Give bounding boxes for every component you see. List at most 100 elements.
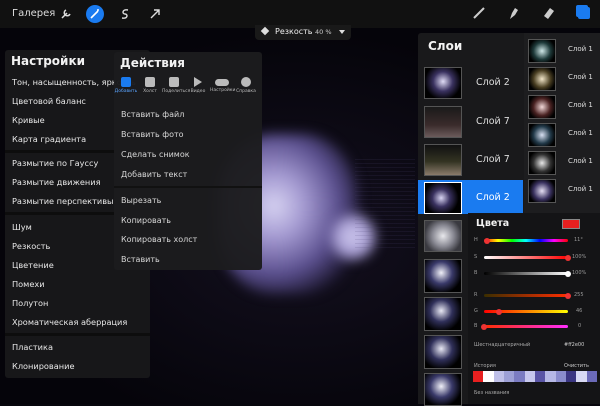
gallery-button[interactable]: Галерея (12, 8, 55, 19)
slider-label-b2: B (474, 323, 478, 329)
menu-item-glitch[interactable]: Помехи (12, 279, 45, 289)
layer-row[interactable]: Слой 2 (418, 66, 524, 100)
layer-thumbnail[interactable] (424, 335, 462, 369)
layer-thumbnail (528, 151, 556, 175)
action-insert-file[interactable]: Вставить файл (121, 110, 184, 119)
brush-icon[interactable] (470, 4, 488, 22)
action-insert-photo[interactable]: Вставить фото (121, 130, 184, 139)
saturation-slider[interactable] (484, 254, 571, 261)
menu-item-halftone[interactable]: Полутон (12, 298, 48, 308)
history-swatch[interactable] (483, 371, 494, 382)
tab-video[interactable]: Видео (186, 77, 210, 94)
color-history (473, 371, 597, 382)
clear-history-button[interactable]: Очистить (564, 363, 589, 369)
slider-label-r: R (474, 292, 478, 298)
smudge-icon[interactable] (505, 4, 523, 22)
side-layer-row[interactable]: Слой 1 (524, 177, 600, 207)
adjust-pill-label: Резкость (275, 27, 313, 36)
arrow-move-icon[interactable] (146, 5, 164, 23)
tab-video-label: Видео (190, 89, 206, 94)
green-slider[interactable] (484, 308, 568, 315)
layer-thumbnail[interactable] (424, 220, 462, 252)
menu-item-sharpen[interactable]: Резкость (12, 241, 50, 251)
menu-item-gaussian-blur[interactable]: Размытие по Гауссу (12, 158, 98, 168)
history-swatch[interactable] (586, 371, 597, 382)
layer-thumbnail (528, 95, 556, 119)
history-swatch[interactable] (576, 371, 587, 382)
current-color-swatch[interactable] (562, 219, 580, 229)
tab-help[interactable]: Справка (234, 77, 258, 94)
layer-thumbnail[interactable] (424, 373, 462, 406)
menu-item-bloom[interactable]: Цветение (12, 260, 54, 270)
selection-s-icon[interactable] (116, 5, 134, 23)
hue-slider[interactable] (483, 237, 568, 244)
layer-thumbnail[interactable] (424, 259, 462, 293)
menu-item-motion-blur[interactable]: Размытие движения (12, 177, 101, 187)
red-slider[interactable] (484, 292, 571, 299)
layer-thumbnail[interactable] (424, 297, 462, 331)
menu-item-perspective-blur[interactable]: Размытие перспективы (12, 196, 113, 206)
history-swatch[interactable] (493, 371, 504, 382)
side-layer-row[interactable]: Слой 1 (524, 121, 600, 147)
action-take-photo[interactable]: Сделать снимок (121, 150, 190, 159)
action-copy-canvas[interactable]: Копировать холст (121, 235, 197, 244)
history-swatch[interactable] (473, 371, 484, 382)
red-slider-knob[interactable] (565, 292, 571, 299)
history-swatch[interactable] (514, 371, 525, 382)
blue-slider[interactable] (481, 323, 568, 330)
menu-item-curves[interactable]: Кривые (12, 115, 45, 125)
history-swatch[interactable] (565, 371, 577, 382)
help-icon (241, 77, 251, 87)
side-layer-row[interactable]: Слой 1 (524, 149, 600, 175)
tab-add[interactable]: Добавить (114, 77, 138, 94)
action-cut[interactable]: Вырезать (121, 196, 161, 205)
blue-slider-knob[interactable] (481, 323, 487, 330)
menu-item-chromatic-aberration[interactable]: Хроматическая аберрация (12, 317, 127, 327)
action-copy[interactable]: Копировать (121, 216, 171, 225)
divider (114, 186, 262, 188)
history-swatch[interactable] (555, 371, 566, 382)
menu-item-gradient-map[interactable]: Карта градиента (12, 134, 86, 144)
history-swatch[interactable] (503, 371, 515, 382)
menu-item-clone[interactable]: Клонирование (12, 361, 75, 371)
chevron-down-icon (339, 30, 345, 34)
wrench-icon[interactable] (57, 5, 75, 23)
brightness-slider-knob[interactable] (565, 270, 571, 277)
action-add-text[interactable]: Добавить текст (121, 170, 187, 179)
adjust-pill-value: 40 % (315, 28, 332, 36)
adjust-pill[interactable]: Резкость 40 % (255, 25, 351, 40)
layer-name: Слой 2 (476, 192, 510, 203)
history-swatch[interactable] (534, 371, 546, 382)
menu-item-color-balance[interactable]: Цветовой баланс (12, 96, 86, 106)
magic-wand-icon[interactable] (86, 5, 104, 23)
menu-item-noise[interactable]: Шум (12, 222, 32, 232)
slider-value-b: 100% (572, 270, 587, 276)
tab-share[interactable]: Поделиться (162, 77, 190, 94)
side-layer-row[interactable]: Слой 1 (524, 65, 600, 91)
hue-slider-knob[interactable] (483, 237, 490, 244)
actions-panel: Действия Добавить Холст Поделиться Видео… (114, 52, 262, 270)
tab-settings[interactable]: Настройки (210, 77, 235, 93)
hex-value[interactable]: #ff2e00 (564, 342, 584, 348)
layer-row[interactable]: Слой 7 (418, 143, 524, 177)
action-paste[interactable]: Вставить (121, 255, 160, 264)
top-toolbar: Галерея (0, 0, 600, 28)
canvas-streaks (355, 158, 415, 248)
layer-name: Слой 1 (568, 185, 593, 193)
divider (5, 333, 150, 336)
menu-item-liquify[interactable]: Пластика (12, 342, 53, 352)
layer-row-selected[interactable]: Слой 2 (418, 180, 523, 214)
hex-label: Шестнадцатеричный (474, 342, 531, 348)
side-layer-row[interactable]: Слой 1 (524, 93, 600, 119)
history-swatch[interactable] (545, 371, 556, 382)
layer-name: Слой 7 (476, 154, 510, 165)
layers-icon[interactable] (575, 4, 593, 22)
saturation-slider-knob[interactable] (565, 254, 571, 261)
side-layer-row[interactable]: Слой 1 (524, 37, 600, 63)
history-swatch[interactable] (524, 371, 535, 382)
layer-row[interactable]: Слой 7 (418, 105, 524, 139)
tab-canvas[interactable]: Холст (138, 77, 162, 94)
eraser-icon[interactable] (540, 4, 558, 22)
brightness-slider[interactable] (484, 270, 571, 277)
green-slider-knob[interactable] (496, 308, 503, 315)
